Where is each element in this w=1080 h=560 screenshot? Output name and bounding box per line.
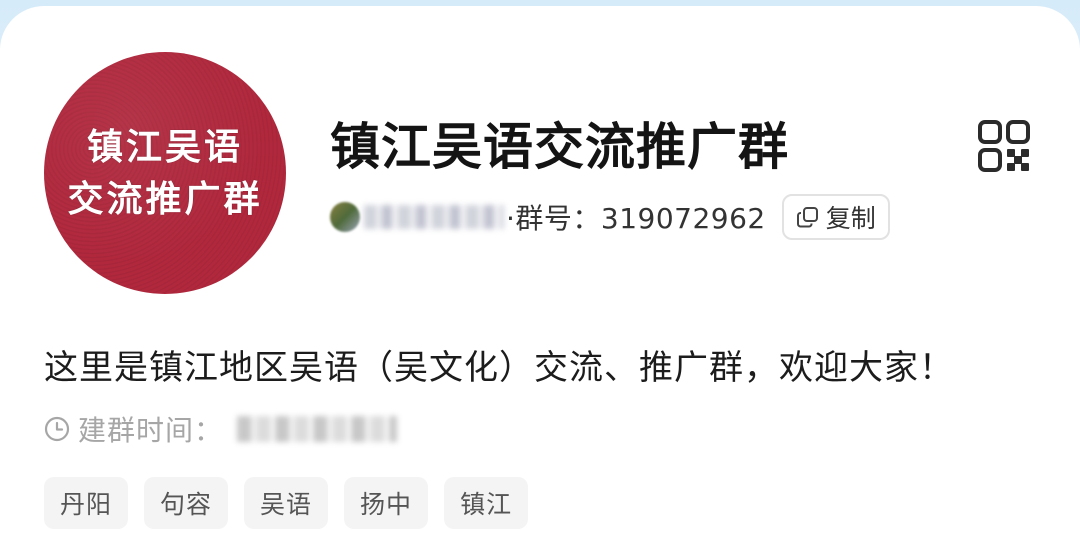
owner-avatar bbox=[330, 202, 360, 232]
clock-icon bbox=[44, 416, 70, 442]
group-profile-card: 镇江吴语 交流推广群 镇江吴语交流推广群 ·群号：319072962 复制 这里… bbox=[0, 6, 1080, 560]
avatar-text-line1: 镇江吴语 bbox=[86, 126, 243, 168]
tag-item[interactable]: 吴语 bbox=[244, 477, 329, 529]
group-number-text: ·群号：319072962 bbox=[506, 202, 766, 235]
tag-list: 丹阳 句容 吴语 扬中 镇江 bbox=[44, 477, 529, 529]
created-time-row: 建群时间： bbox=[44, 406, 398, 452]
tag-item[interactable]: 句容 bbox=[144, 477, 229, 529]
created-time-redacted bbox=[237, 416, 398, 442]
group-title: 镇江吴语交流推广群 bbox=[330, 118, 789, 176]
tag-item[interactable]: 扬中 bbox=[344, 477, 429, 529]
tag-item[interactable]: 镇江 bbox=[444, 477, 529, 529]
group-avatar[interactable]: 镇江吴语 交流推广群 bbox=[44, 52, 286, 294]
copy-button-label: 复制 bbox=[825, 204, 876, 233]
owner-name-redacted bbox=[364, 205, 504, 229]
group-meta-row: ·群号：319072962 复制 bbox=[330, 192, 890, 242]
qr-code-icon[interactable] bbox=[978, 120, 1030, 172]
copy-button[interactable]: 复制 bbox=[781, 194, 890, 240]
created-time-label: 建群时间： bbox=[78, 414, 224, 447]
avatar-text-line2: 交流推广群 bbox=[67, 178, 263, 220]
group-description: 这里是镇江地区吴语（吴文化）交流、推广群，欢迎大家！ bbox=[44, 348, 954, 388]
copy-icon bbox=[796, 207, 818, 228]
tag-item[interactable]: 丹阳 bbox=[44, 477, 129, 529]
